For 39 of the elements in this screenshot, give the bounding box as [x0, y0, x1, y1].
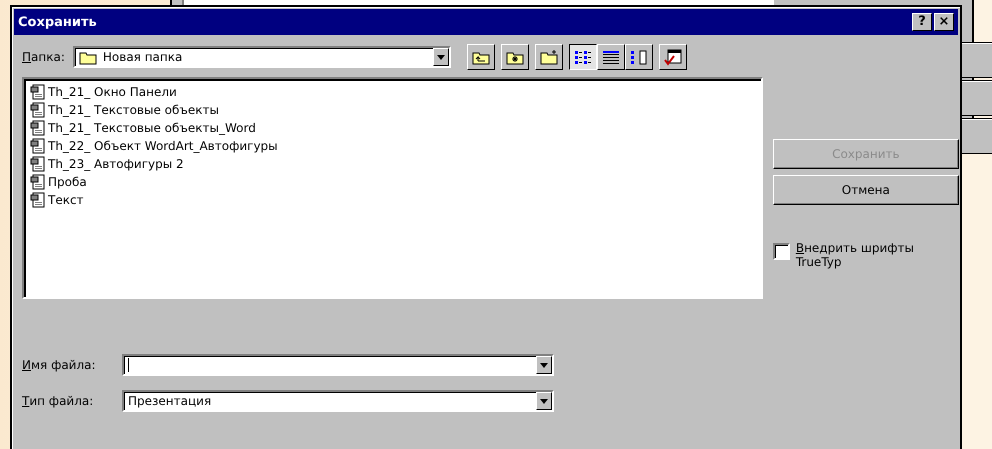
folder-label: Папка:	[22, 50, 65, 64]
file-item[interactable]: Th_22_ Объект WordArt_Автофигуры	[30, 137, 755, 155]
file-name-field[interactable]	[122, 354, 554, 376]
checkbox[interactable]	[772, 243, 790, 260]
file-item[interactable]: Th_23_ Автофигуры 2	[30, 155, 755, 173]
document-icon	[30, 156, 46, 172]
details-view-icon	[602, 50, 620, 64]
file-item[interactable]: Th_21_ Текстовые объекты_Word	[30, 119, 755, 137]
tools-icon	[664, 48, 682, 66]
document-icon	[30, 138, 46, 154]
properties-view-icon	[630, 50, 648, 64]
file-type-dropdown[interactable]: Презентация	[122, 390, 554, 412]
window-title: Сохранить	[18, 14, 97, 30]
text-cursor	[128, 358, 129, 372]
folder-icon	[78, 50, 97, 64]
dropdown-arrow-icon	[540, 398, 548, 404]
close-button[interactable]: ×	[934, 13, 954, 31]
file-item[interactable]: Th_21_ Текстовые объекты	[30, 101, 755, 119]
document-icon	[30, 120, 46, 136]
folder-dropdown[interactable]: Новая папка	[72, 46, 451, 68]
file-type-label: Тип файла:	[22, 394, 94, 408]
cancel-button[interactable]: Отмена	[772, 175, 959, 205]
dropdown-arrow-icon	[540, 362, 548, 368]
document-icon	[30, 102, 46, 118]
toolbar-button[interactable]	[568, 44, 597, 70]
document-icon	[30, 192, 46, 208]
file-item[interactable]: Th_21_ Окно Панели	[30, 83, 755, 101]
file-name-label: Имя файла:	[22, 358, 97, 372]
help-button[interactable]: ?	[912, 13, 932, 31]
dropdown-arrow-icon	[436, 54, 445, 60]
list-view-icon	[574, 50, 592, 64]
up-folder-icon	[472, 50, 490, 64]
star-folder-icon	[506, 50, 524, 64]
file-item[interactable]: Проба	[30, 173, 755, 191]
checkbox-label: Внедрить шрифты TrueTyp	[796, 241, 916, 269]
document-icon	[30, 174, 46, 190]
file-item[interactable]: Текст	[30, 191, 755, 209]
document-icon	[30, 84, 46, 100]
new-folder-icon	[540, 50, 558, 64]
